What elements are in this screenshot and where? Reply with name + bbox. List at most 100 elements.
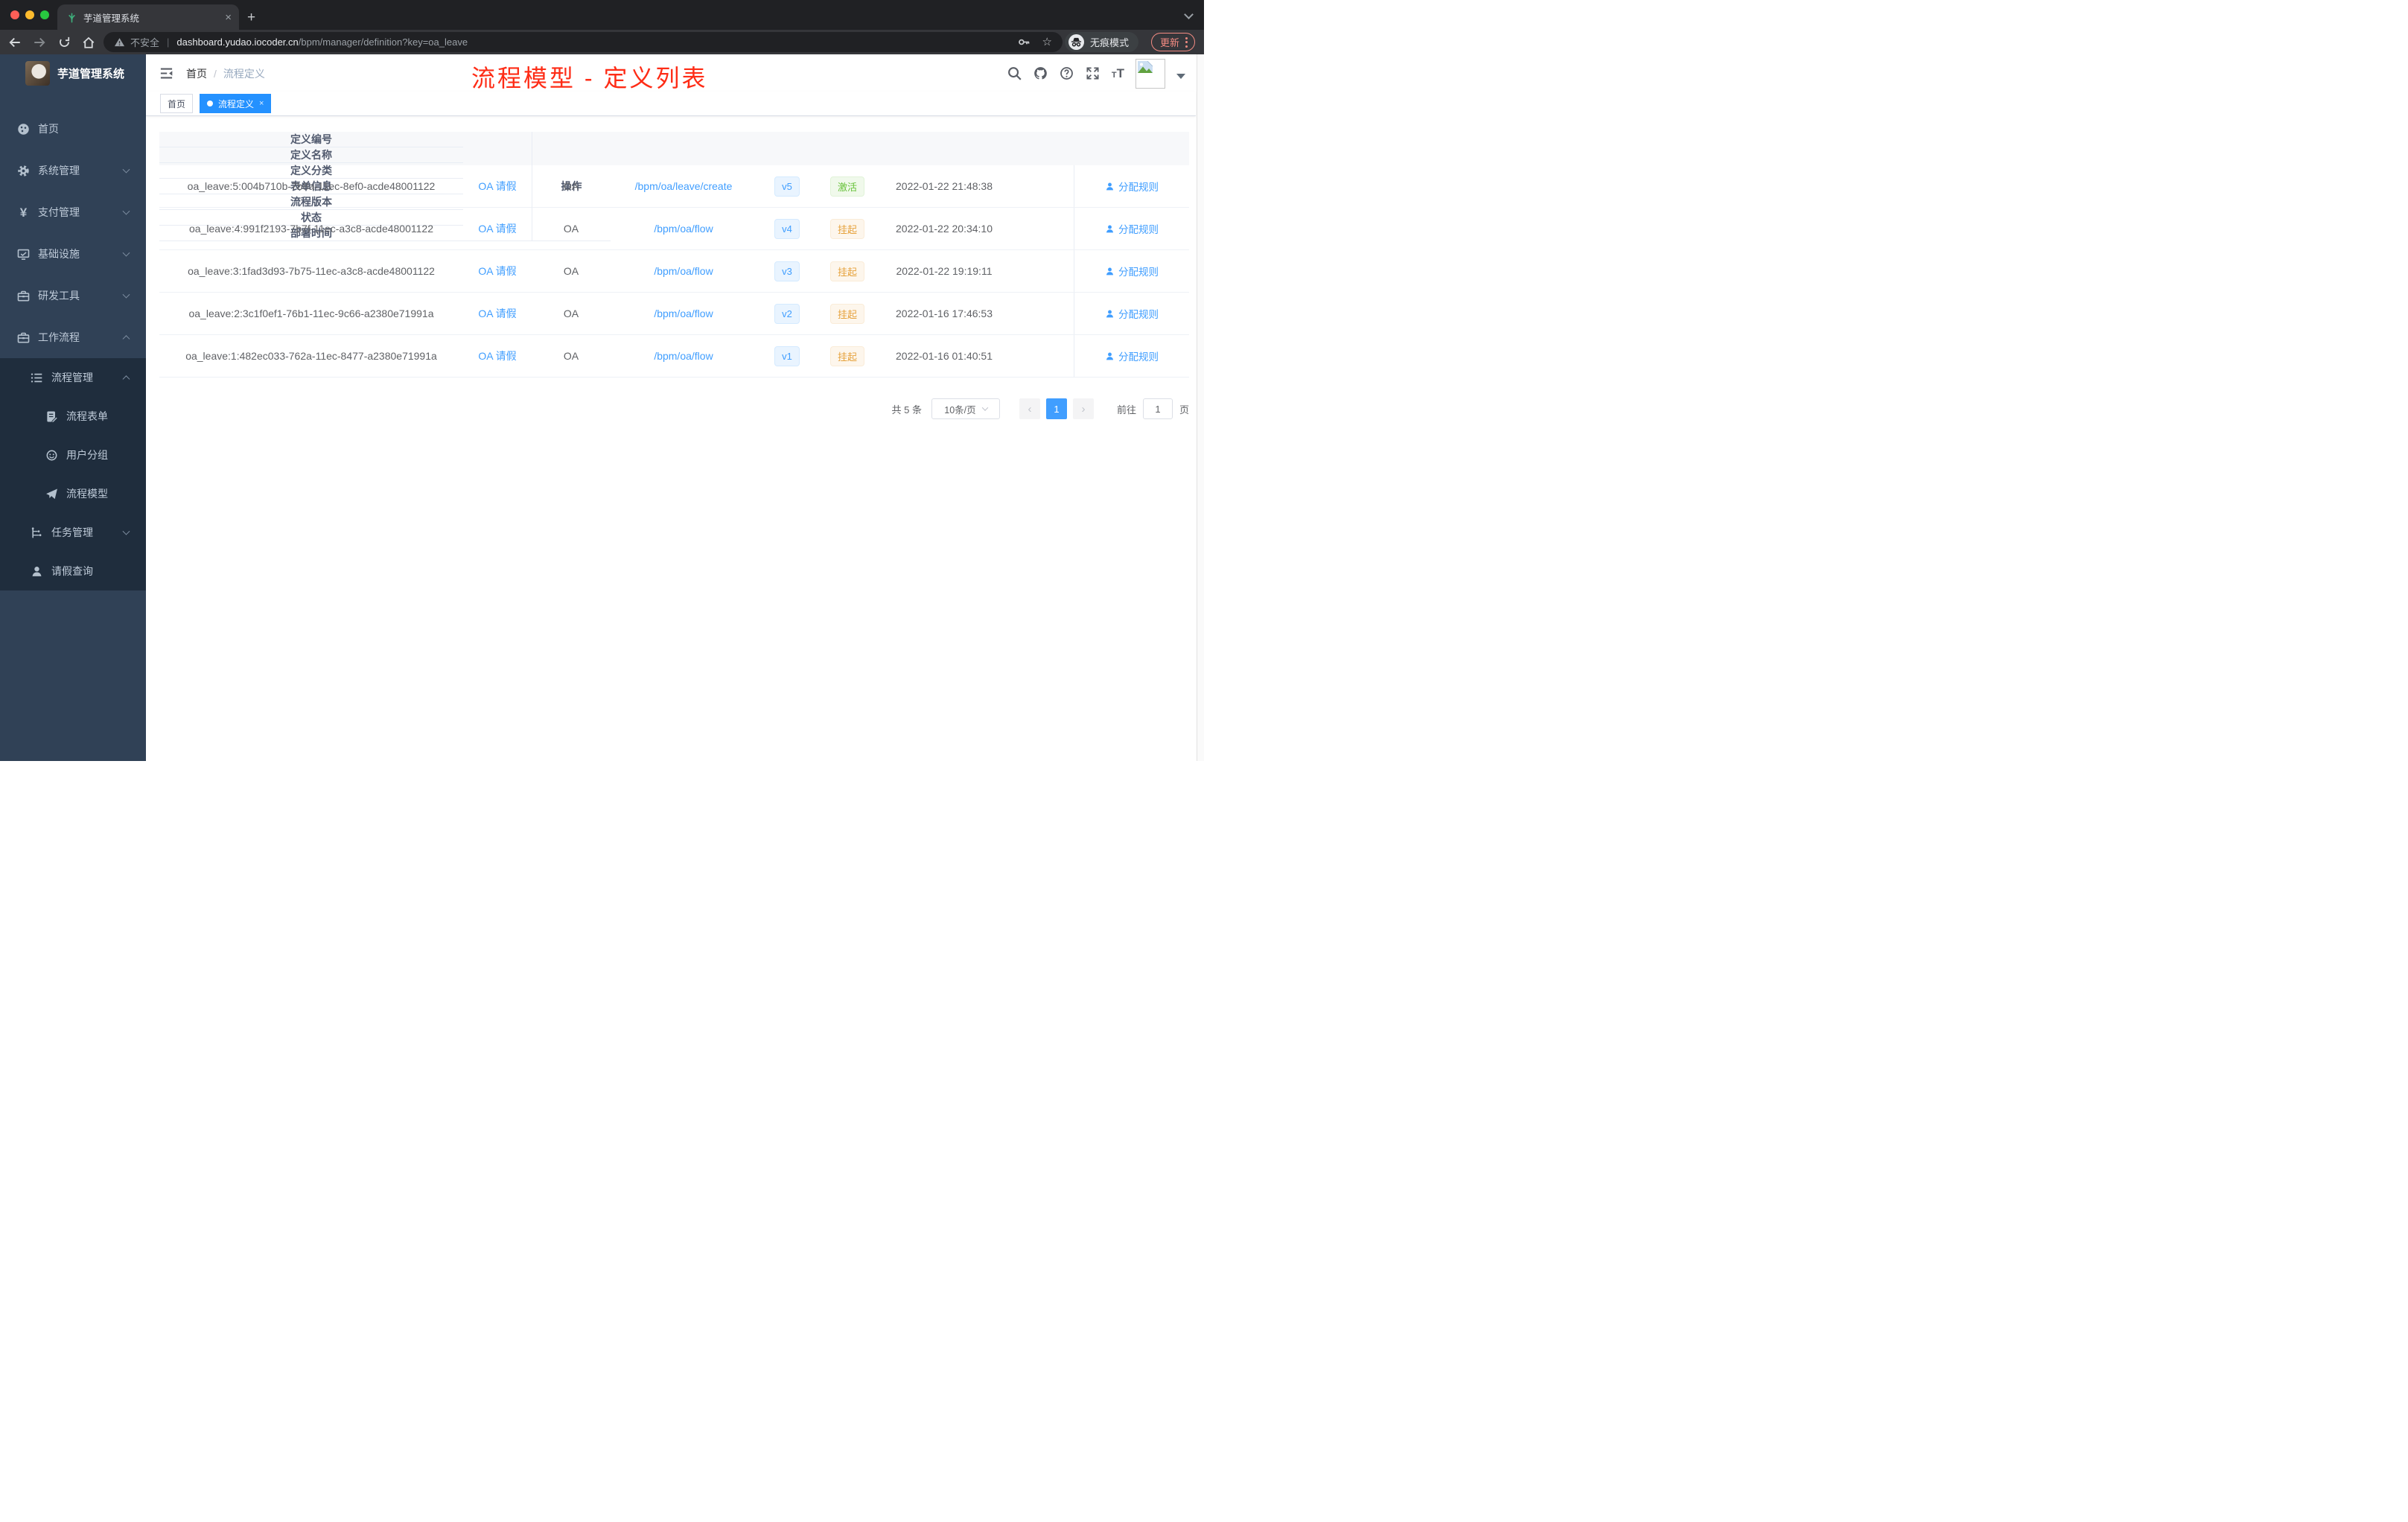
sidebar-item[interactable]: 系统管理: [0, 150, 146, 191]
prev-page-button[interactable]: ‹: [1019, 398, 1040, 419]
back-icon[interactable]: [6, 34, 24, 51]
deploy-time: 2022-01-16 01:40:51: [896, 350, 993, 362]
breadcrumb-home[interactable]: 首页: [186, 66, 207, 81]
sidebar-item[interactable]: 任务管理: [0, 513, 146, 552]
deploy-time: 2022-01-22 21:48:38: [896, 180, 993, 192]
sidebar-item[interactable]: 研发工具: [0, 275, 146, 316]
sidebar-item[interactable]: 请假查询: [0, 552, 146, 590]
sidebar-item[interactable]: 流程管理: [0, 358, 146, 397]
sidebar-item-label: 请假查询: [51, 565, 93, 577]
definition-name-link[interactable]: OA 请假: [478, 221, 516, 236]
fullscreen-icon[interactable]: [1086, 66, 1101, 80]
definition-category: OA: [563, 180, 579, 192]
form-link[interactable]: /bpm/oa/flow: [654, 223, 713, 235]
table-row: oa_leave:3:1fad3d93-7b75-11ec-a3c8-acde4…: [159, 250, 1189, 293]
new-tab-button[interactable]: +: [247, 10, 255, 25]
person-icon: [31, 565, 43, 578]
home-icon[interactable]: [80, 34, 98, 51]
help-icon[interactable]: [1060, 66, 1074, 80]
close-window-button[interactable]: [10, 10, 19, 19]
bookmark-star-icon[interactable]: ☆: [1042, 36, 1052, 48]
browser-menu-icon[interactable]: [1185, 36, 1188, 48]
definition-id: oa_leave:1:482ec033-762a-11ec-8477-a2380…: [185, 350, 437, 362]
chevron-icon: [122, 290, 130, 299]
table-row: oa_leave:1:482ec033-762a-11ec-8477-a2380…: [159, 335, 1189, 378]
forward-icon[interactable]: [31, 34, 48, 51]
browser-tab[interactable]: 芋道管理系统 ×: [57, 4, 239, 30]
minimize-window-button[interactable]: [25, 10, 34, 19]
assign-rule-link[interactable]: 分配规则: [1105, 264, 1159, 278]
url-path: /bpm/manager/definition?key=oa_leave: [298, 36, 468, 48]
current-page-button[interactable]: 1: [1045, 398, 1067, 419]
zoom-window-button[interactable]: [40, 10, 49, 19]
reload-icon[interactable]: [55, 34, 73, 51]
sidebar-logo-row[interactable]: 芋道管理系统: [0, 54, 146, 92]
version-badge: v4: [774, 218, 800, 239]
sidebar-item-label: 流程模型: [66, 488, 108, 500]
total-count: 共 5 条: [891, 404, 922, 415]
assign-rule-link[interactable]: 分配规则: [1105, 348, 1159, 363]
form-link[interactable]: /bpm/oa/flow: [654, 308, 713, 319]
deploy-time: 2022-01-22 19:19:11: [896, 265, 993, 277]
status-badge: 挂起: [829, 218, 864, 239]
definition-name-link[interactable]: OA 请假: [478, 264, 516, 278]
sidebar-item-label: 系统管理: [38, 165, 80, 176]
tag-process-definition[interactable]: 流程定义 ×: [200, 94, 272, 113]
page-annotation: 流程模型 - 定义列表: [471, 65, 708, 92]
definition-category: OA: [563, 308, 579, 319]
page: 芋道管理系统 首页 系统管理 ¥ 支付管理 基础设施 研发工具 工作流程 流程管…: [0, 54, 1204, 761]
definition-name-link[interactable]: OA 请假: [478, 306, 516, 321]
column-header: 定义名称: [159, 147, 463, 163]
sidebar-item[interactable]: 用户分组: [0, 436, 146, 474]
tag-home[interactable]: 首页: [160, 94, 194, 113]
tab-search-chevron-icon[interactable]: [1184, 10, 1194, 19]
definition-name-link[interactable]: OA 请假: [478, 179, 516, 194]
plant-favicon-icon: [66, 12, 77, 23]
chevron-icon: [122, 375, 130, 383]
definition-name-link[interactable]: OA 请假: [478, 348, 516, 363]
github-icon[interactable]: [1033, 66, 1048, 80]
chevron-icon: [122, 165, 130, 173]
next-page-button[interactable]: ›: [1072, 398, 1094, 419]
sidebar-item[interactable]: 首页: [0, 108, 146, 150]
form-link[interactable]: /bpm/oa/leave/create: [635, 180, 733, 192]
tag-close-icon[interactable]: ×: [259, 99, 264, 108]
sidebar-item[interactable]: ¥ 支付管理: [0, 191, 146, 233]
sidebar-item[interactable]: 流程模型: [0, 474, 146, 513]
search-icon[interactable]: [1007, 66, 1022, 80]
font-size-icon[interactable]: TT: [1112, 67, 1124, 80]
assign-rule-link[interactable]: 分配规则: [1105, 179, 1159, 194]
assign-rule-link[interactable]: 分配规则: [1105, 306, 1159, 321]
window-controls[interactable]: [10, 10, 49, 19]
sidebar-item[interactable]: 流程表单: [0, 397, 146, 436]
page-scrollbar[interactable]: [1197, 54, 1204, 761]
person-icon: [1105, 224, 1115, 234]
goto-page-input[interactable]: [1142, 398, 1173, 419]
page-size-select[interactable]: 10条/页: [931, 398, 1000, 419]
tab-close-icon[interactable]: ×: [225, 11, 232, 24]
table-row: oa_leave:5:004b710b-7b8a-11ec-8ef0-acde4…: [159, 165, 1189, 208]
version-badge: v1: [774, 346, 800, 366]
sidebar-item-label: 支付管理: [38, 206, 80, 218]
avatar[interactable]: [1135, 59, 1165, 89]
tags-view-bar: 首页 流程定义 ×: [146, 92, 1196, 116]
sidebar-item[interactable]: 基础设施: [0, 233, 146, 275]
version-badge: v2: [774, 303, 800, 324]
address-bar[interactable]: 不安全 | dashboard.yudao.iocoder.cn/bpm/man…: [103, 32, 1063, 52]
toolbox-icon: [17, 290, 30, 302]
browser-update-button[interactable]: 更新: [1150, 33, 1195, 51]
form-link[interactable]: /bpm/oa/flow: [654, 265, 713, 277]
key-icon[interactable]: [1018, 36, 1031, 48]
dashboard-icon: [17, 123, 30, 136]
form-link[interactable]: /bpm/oa/flow: [654, 350, 713, 362]
select-chevron-icon: [981, 404, 988, 411]
person-icon: [1105, 182, 1115, 191]
sidebar-item-label: 任务管理: [51, 526, 93, 538]
assign-rule-link[interactable]: 分配规则: [1105, 221, 1159, 236]
warning-icon[interactable]: [114, 36, 125, 48]
hamburger-icon[interactable]: [159, 66, 173, 80]
security-label: 不安全: [130, 37, 160, 48]
caret-down-icon[interactable]: [1176, 73, 1185, 79]
sidebar-item[interactable]: 工作流程: [0, 316, 146, 358]
chevron-icon: [122, 249, 130, 257]
